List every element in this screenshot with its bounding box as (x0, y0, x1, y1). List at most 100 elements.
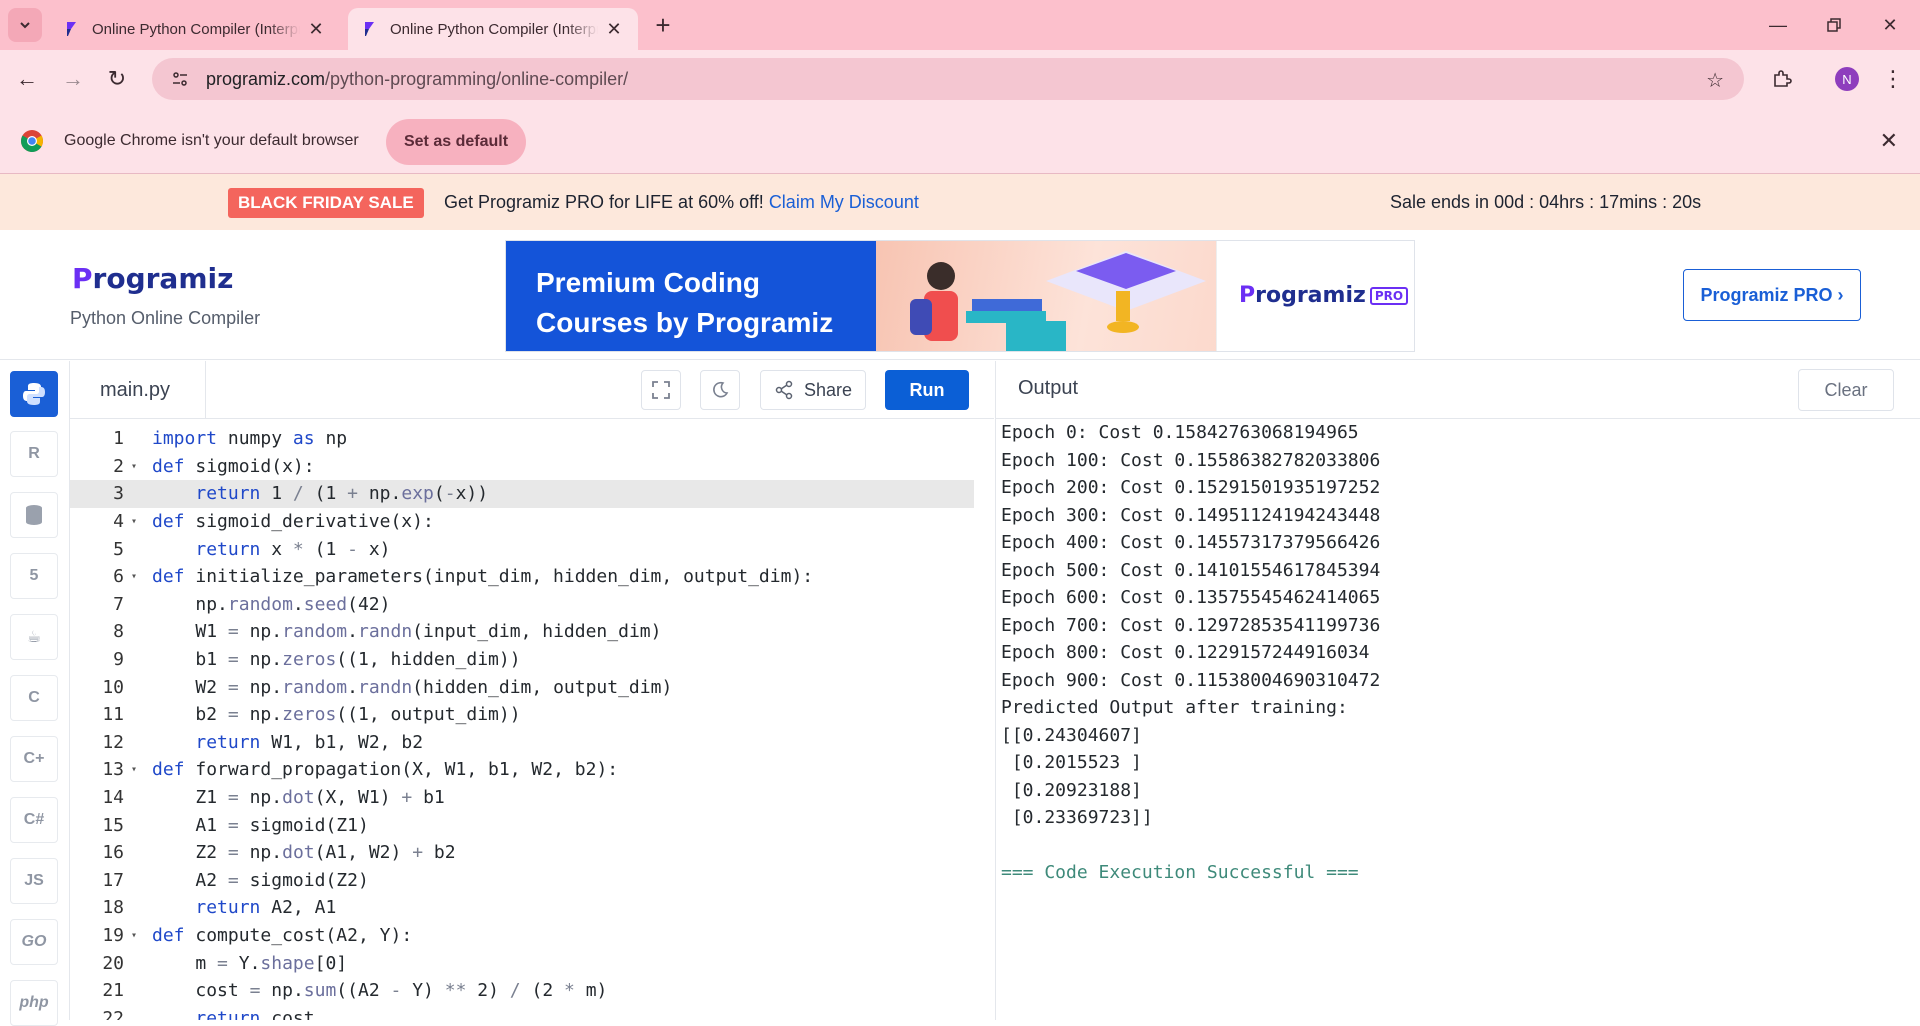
output-line: Epoch 900: Cost 0.11538004690310472 (1001, 669, 1381, 691)
code-line[interactable]: 21 cost = np.sum((A2 - Y) ** 2) / (2 * m… (70, 977, 974, 1005)
output-line: Epoch 700: Cost 0.12972853541199736 (1001, 614, 1381, 636)
code-line[interactable]: 5 return x * (1 - x) (70, 535, 974, 563)
address-bar[interactable]: programiz.com/python-programming/online-… (152, 58, 1744, 100)
ad-banner[interactable]: Premium Coding Courses by Programiz Prog… (505, 240, 1415, 352)
forward-icon[interactable]: → (56, 62, 90, 96)
tab-search-button[interactable] (8, 8, 42, 42)
line-number: 10 (102, 676, 124, 698)
tab-inactive[interactable]: Online Python Compiler (Interpreter) ✕ (50, 8, 340, 50)
set-as-default-button[interactable]: Set as default (386, 119, 526, 165)
code-line[interactable]: 13 ▾ def forward_propagation(X, W1, b1, W2… (70, 756, 974, 784)
code-line[interactable]: 17 A2 = sigmoid(Z2) (70, 867, 974, 895)
code-line[interactable]: 10 W2 = np.random.randn(hidden_dim, outp… (70, 673, 974, 701)
code-line[interactable]: 20 m = Y.shape[0] (70, 949, 974, 977)
bookmark-star-icon[interactable]: ☆ (1706, 68, 1724, 93)
code-line[interactable]: 11 b2 = np.zeros((1, output_dim)) (70, 701, 974, 729)
line-number: 17 (102, 869, 124, 891)
back-icon[interactable]: ← (10, 62, 44, 96)
fold-toggle-icon[interactable]: ▾ (126, 516, 142, 527)
ad-programiz-pro-logo: Programiz PRO (1239, 283, 1409, 308)
java-icon[interactable]: ☕ (10, 614, 58, 660)
code-line[interactable]: 2 ▾ def sigmoid(x): (70, 453, 974, 481)
line-number: 13 (102, 759, 124, 781)
code-text: def initialize_parameters(input_dim, hid… (152, 566, 814, 588)
programiz-logo[interactable]: Programiz (72, 262, 233, 295)
tab-active[interactable]: Online Python Compiler (Interpreter) ✕ (348, 8, 638, 50)
fold-toggle-icon[interactable]: ▾ (126, 461, 142, 472)
file-tab-main-py[interactable]: main.py (70, 361, 206, 419)
restore-icon[interactable] (1806, 0, 1862, 50)
ad-title-line1: Premium Coding (536, 267, 761, 298)
code-line[interactable]: 1 import numpy as np (70, 425, 974, 453)
code-line[interactable]: 7 np.random.seed(42) (70, 591, 974, 619)
code-line[interactable]: 3 return 1 / (1 + np.exp(-x)) (70, 480, 974, 508)
code-line[interactable]: 4 ▾ def sigmoid_derivative(x): (70, 508, 974, 536)
code-text: def sigmoid(x): (152, 455, 315, 477)
output-line: Predicted Output after training: (1001, 697, 1348, 718)
profile-avatar[interactable]: N (1830, 62, 1864, 96)
output-header: Output Clear (995, 361, 1920, 419)
code-line[interactable]: 9 b1 = np.zeros((1, hidden_dim)) (70, 646, 974, 674)
programiz-pro-button[interactable]: Programiz PRO › (1683, 269, 1861, 321)
code-line[interactable]: 6 ▾ def initialize_parameters(input_dim, h… (70, 563, 974, 591)
python-icon[interactable] (10, 371, 58, 417)
fold-toggle-icon[interactable]: ▾ (126, 930, 142, 941)
line-number: 18 (102, 897, 124, 919)
code-text: A1 = sigmoid(Z1) (195, 814, 369, 836)
html5-icon[interactable]: 5 (10, 553, 58, 599)
tab-close-icon[interactable]: ✕ (306, 19, 326, 40)
fold-toggle-icon[interactable]: ▾ (126, 764, 142, 775)
code-line[interactable]: 19 ▾ def compute_cost(A2, Y): (70, 922, 974, 950)
code-text: def compute_cost(A2, Y): (152, 925, 413, 947)
code-text: def sigmoid_derivative(x): (152, 511, 434, 533)
claim-discount-link[interactable]: Claim My Discount (769, 192, 919, 212)
code-line[interactable]: 22 return cost (70, 1005, 974, 1020)
cpp-language-icon[interactable]: C+ (10, 736, 58, 782)
fullscreen-icon[interactable] (641, 370, 681, 410)
menu-kebab-icon[interactable]: ⋮ (1876, 62, 1910, 96)
run-button[interactable]: Run (885, 370, 969, 410)
line-number: 5 (113, 538, 124, 560)
clear-button[interactable]: Clear (1798, 369, 1894, 411)
code-text: Z2 = np.dot(A1, W2) + b2 (195, 842, 456, 864)
output-line: Epoch 200: Cost 0.15291501935197252 (1001, 477, 1381, 498)
code-line[interactable]: 18 return A2, A1 (70, 894, 974, 922)
csharp-language-icon[interactable]: C# (10, 797, 58, 843)
code-editor[interactable]: 1 import numpy as np 2 ▾ def sigmoid(x): 3 re… (70, 419, 994, 1020)
line-number: 16 (102, 842, 124, 864)
code-line[interactable]: 14 Z1 = np.dot(X, W1) + b1 (70, 784, 974, 812)
go-language-icon[interactable]: GO (10, 919, 58, 965)
javascript-icon[interactable]: JS (10, 858, 58, 904)
dark-mode-moon-icon[interactable] (700, 370, 740, 410)
infobar-message: Google Chrome isn't your default browser (64, 132, 359, 149)
site-info-icon[interactable] (166, 65, 194, 93)
output-line: [0.2015523 ] (1001, 752, 1142, 773)
fold-toggle-icon[interactable]: ▾ (126, 571, 142, 582)
line-number: 7 (113, 593, 124, 615)
editor-header: main.py Share Run (70, 361, 994, 419)
new-tab-button[interactable]: + (648, 10, 678, 40)
share-button[interactable]: Share (760, 370, 866, 410)
infobar-close-icon[interactable]: ✕ (1880, 128, 1898, 154)
code-line[interactable]: 16 Z2 = np.dot(A1, W2) + b2 (70, 839, 974, 867)
reload-icon[interactable]: ↻ (100, 62, 134, 96)
code-text: A2 = sigmoid(Z2) (195, 869, 369, 891)
minimize-icon[interactable]: ― (1750, 0, 1806, 50)
code-line[interactable]: 8 W1 = np.random.randn(input_dim, hidden… (70, 618, 974, 646)
sql-database-icon[interactable] (10, 492, 58, 538)
c-language-icon[interactable]: C (10, 675, 58, 721)
language-sidebar: R 5 ☕ C C+ C# JS GO php (0, 361, 70, 1026)
code-text: b1 = np.zeros((1, hidden_dim)) (195, 649, 521, 671)
code-text: W1 = np.random.randn(input_dim, hidden_d… (195, 621, 662, 643)
code-line[interactable]: 15 A1 = sigmoid(Z1) (70, 811, 974, 839)
close-window-icon[interactable]: ✕ (1862, 0, 1918, 50)
r-language-icon[interactable]: R (10, 431, 58, 477)
code-text: return A2, A1 (195, 897, 337, 919)
php-language-icon[interactable]: php (10, 980, 58, 1026)
extensions-icon[interactable] (1765, 62, 1799, 96)
tab-close-icon[interactable]: ✕ (604, 19, 624, 40)
code-line[interactable]: 12 return W1, b1, W2, b2 (70, 729, 974, 757)
line-number: 3 (113, 483, 124, 505)
browser-toolbar: ← → ↻ programiz.com/python-programming/o… (0, 50, 1920, 108)
